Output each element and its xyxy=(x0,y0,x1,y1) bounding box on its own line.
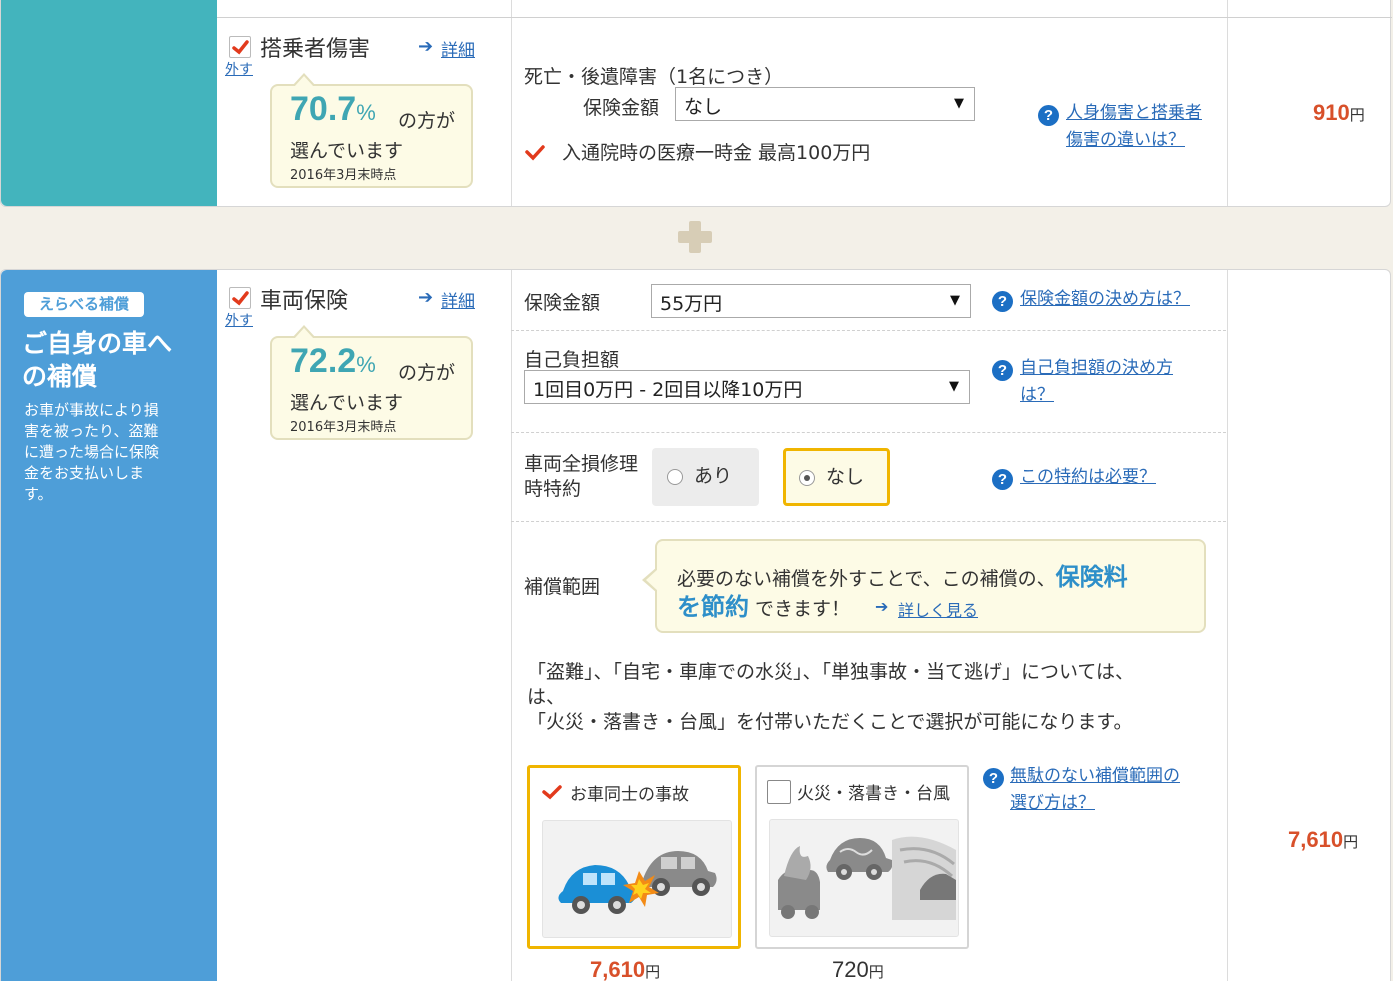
caret-down-icon: ▼ xyxy=(954,96,964,111)
row-divider xyxy=(511,432,1226,433)
arrow-right-icon: ➔ xyxy=(418,287,434,308)
arrow-right-icon: ➔ xyxy=(875,597,889,616)
check-icon xyxy=(542,785,562,800)
radio-button[interactable] xyxy=(667,469,683,485)
question-circle-icon: ? xyxy=(1038,105,1059,126)
popularity-chosen: 選んでいます xyxy=(290,140,404,162)
saving-tip-bubble: 必要のない補償を外すことで、この補償の、保険料 を節約 できます！ ➔ 詳しく見… xyxy=(642,539,1206,633)
side-description: お車が事故により損 害を被ったり、盗難 に遭った場合に保険 金をお支払いしま す… xyxy=(24,401,160,503)
popularity-suffix: の方が xyxy=(398,110,456,132)
option1-label: お車同士の事故 xyxy=(570,785,689,805)
vehicle-detail-link[interactable]: 詳細 xyxy=(441,287,475,312)
popularity-date: 2016年3月末時点 xyxy=(290,420,397,435)
deductible-select[interactable]: 1回目0万円 - 2回目以降10万円 ▼ xyxy=(524,370,970,404)
rider-help-link[interactable]: この特約は必要？ xyxy=(1020,464,1156,491)
passenger-price: 910円 xyxy=(1313,100,1365,125)
fire-graffiti-typhoon-illustration xyxy=(769,819,959,937)
amount-help-link[interactable]: 保険金額の決め方は？ xyxy=(1020,286,1190,313)
fire-graffiti-typhoon-icon xyxy=(778,836,956,920)
rider-no-label: なし xyxy=(826,466,865,488)
arrow-right-icon: ➔ xyxy=(418,36,434,57)
plus-icon xyxy=(678,221,712,253)
divider xyxy=(1227,0,1228,206)
category-panel-teal xyxy=(1,0,217,206)
car-collision-illustration xyxy=(542,820,732,938)
option2-label: 火災・落書き・台風 xyxy=(797,784,950,804)
side-title: ご自身の車へ の補償 xyxy=(22,329,173,391)
question-circle-icon: ? xyxy=(992,291,1013,312)
tip-detail-link[interactable]: 詳しく見る xyxy=(898,597,978,621)
rider-option-yes[interactable]: あり xyxy=(652,448,759,506)
popularity-chosen: 選んでいます xyxy=(290,392,404,414)
option2-checkbox[interactable] xyxy=(767,780,791,804)
question-circle-icon: ? xyxy=(983,768,1004,789)
passenger-remove-link[interactable]: 外す xyxy=(225,59,253,79)
deductible-label: 自己負担額 xyxy=(524,349,620,371)
caret-down-icon: ▼ xyxy=(949,379,959,394)
vehicle-remove-link[interactable]: 外す xyxy=(225,310,253,330)
popularity-percent: 70.7% xyxy=(290,90,376,128)
scope-label: 補償範囲 xyxy=(524,576,601,598)
option1-price: 7,610円 xyxy=(590,957,661,981)
vehicle-amount-select[interactable]: 55万円 ▼ xyxy=(651,284,971,318)
rider-label: 車両全損修理 時特約 xyxy=(524,453,639,500)
row-divider xyxy=(511,330,1226,331)
death-disability-label: 死亡・後遺障害（1名につき） xyxy=(524,66,784,88)
radio-button-selected[interactable] xyxy=(799,470,815,486)
divider xyxy=(511,0,512,206)
vehicle-amount-label: 保険金額 xyxy=(524,292,601,314)
vehicle-popularity-bubble: 72.2% の方が 選んでいます 2016年3月末時点 xyxy=(270,325,473,440)
question-circle-icon: ? xyxy=(992,469,1013,490)
vehicle-title: 車両保険 xyxy=(260,289,349,314)
row-divider xyxy=(217,17,1392,18)
question-circle-icon: ? xyxy=(992,360,1013,381)
medical-lump-sum-text: 入通院時の医療一時金 最高100万円 xyxy=(562,142,871,164)
row-divider xyxy=(511,521,1226,522)
option2-price: 720円 xyxy=(832,957,884,981)
option-card-fire-graffiti-typhoon[interactable]: 火災・落書き・台風 xyxy=(755,765,969,949)
scope-note: 「盗難」、「自宅・車庫での水災」、「単独事故・当て逃げ」については、 は、 「火… xyxy=(527,661,1135,733)
divider xyxy=(511,270,512,981)
caret-down-icon: ▼ xyxy=(950,293,960,308)
passenger-amount-label: 保険金額 xyxy=(583,97,660,119)
vehicle-include-checkbox[interactable] xyxy=(229,287,251,309)
check-icon xyxy=(525,145,545,161)
passenger-include-checkbox[interactable] xyxy=(229,36,251,58)
passenger-popularity-bubble: 70.7% の方が 選んでいます 2016年3月末時点 xyxy=(270,73,473,188)
option-card-collision[interactable]: お車同士の事故 xyxy=(527,765,741,949)
divider xyxy=(1227,270,1228,981)
popularity-suffix: の方が xyxy=(398,362,456,384)
check-icon xyxy=(232,291,249,306)
rider-yes-label: あり xyxy=(694,465,733,487)
passenger-detail-link[interactable]: 詳細 xyxy=(441,36,475,61)
deductible-help-link[interactable]: 自己負担額の決め方 は？ xyxy=(1020,355,1173,409)
passenger-title: 搭乗者傷害 xyxy=(260,37,371,62)
vehicle-price: 7,610円 xyxy=(1288,827,1359,852)
selectable-coverage-badge: えらべる補償 xyxy=(24,292,144,317)
check-icon xyxy=(232,40,249,55)
car-crash-icon xyxy=(558,851,717,914)
tip-text-line2: を節約 できます！ xyxy=(677,593,851,621)
popularity-date: 2016年3月末時点 xyxy=(290,168,397,183)
passenger-help-link[interactable]: 人身傷害と搭乗者 傷害の違いは？ xyxy=(1066,100,1202,154)
passenger-amount-select[interactable]: なし ▼ xyxy=(675,87,975,121)
rider-option-no[interactable]: なし xyxy=(783,448,890,506)
options-help-link[interactable]: 無駄のない補償範囲の 選び方は？ xyxy=(1010,763,1180,817)
popularity-percent: 72.2% xyxy=(290,342,376,380)
